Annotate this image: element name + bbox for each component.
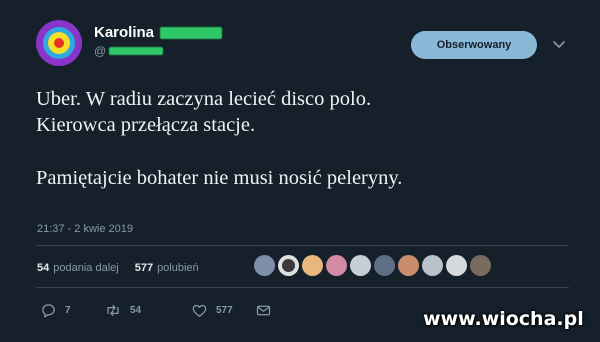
author-handle: @ xyxy=(94,44,164,58)
like-count: 577 xyxy=(216,305,233,316)
divider xyxy=(36,287,569,288)
liker-avatar[interactable] xyxy=(350,255,371,276)
envelope-icon xyxy=(256,305,271,316)
likes-label[interactable]: polubień xyxy=(157,262,199,274)
tweet-text: Uber. W radiu zaczyna lecieć disco polo.… xyxy=(36,86,576,191)
reply-count: 7 xyxy=(65,305,71,316)
direct-message-button[interactable] xyxy=(255,302,272,319)
tweet-timestamp[interactable]: 21:37 - 2 kwie 2019 xyxy=(37,223,133,235)
reply-icon xyxy=(42,304,55,318)
reply-button[interactable]: 7 xyxy=(40,302,104,319)
liker-avatar[interactable] xyxy=(422,255,443,276)
like-button[interactable]: 577 xyxy=(191,302,255,319)
redacted-handle xyxy=(109,47,164,55)
author-name-text: Karolina xyxy=(94,24,155,41)
likes-count[interactable]: 577 xyxy=(135,262,153,274)
liker-avatar[interactable] xyxy=(278,255,299,276)
liker-avatar[interactable] xyxy=(374,255,395,276)
following-button[interactable]: Obserwowany xyxy=(411,31,537,59)
action-bar: 7 54 577 xyxy=(40,302,272,319)
avatar[interactable] xyxy=(36,20,82,66)
engagement-stats: 54 podania dalej 577 polubień xyxy=(37,262,199,274)
liker-avatar[interactable] xyxy=(446,255,467,276)
retweet-icon xyxy=(107,304,119,317)
retweet-count: 54 xyxy=(130,305,142,316)
liker-avatar[interactable] xyxy=(254,255,275,276)
author-name[interactable]: Karolina xyxy=(94,24,223,41)
redacted-surname xyxy=(160,26,223,39)
watermark: www.wiocha.pl xyxy=(423,308,584,330)
chevron-down-icon[interactable] xyxy=(551,36,567,52)
tweet-line: Pamiętajcie bohater nie musi nosić peler… xyxy=(36,167,403,189)
tweet-line: Uber. W radiu zaczyna lecieć disco polo. xyxy=(36,88,372,110)
divider xyxy=(36,245,569,246)
tweet-line: Kierowca przełącza stacje. xyxy=(36,114,256,136)
liker-avatar[interactable] xyxy=(302,255,323,276)
liker-avatar[interactable] xyxy=(398,255,419,276)
retweets-count[interactable]: 54 xyxy=(37,262,49,274)
liker-avatar[interactable] xyxy=(326,255,347,276)
heart-icon xyxy=(192,304,207,317)
likers-avatars xyxy=(254,255,491,276)
retweet-button[interactable]: 54 xyxy=(104,302,191,319)
liker-avatar[interactable] xyxy=(470,255,491,276)
retweets-label[interactable]: podania dalej xyxy=(53,262,118,274)
